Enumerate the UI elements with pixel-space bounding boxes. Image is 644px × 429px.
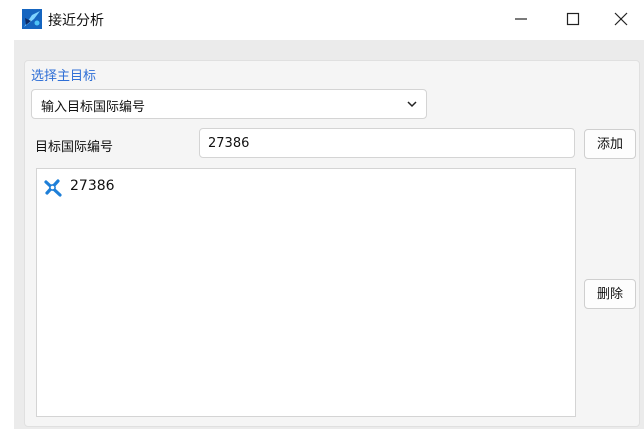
target-list[interactable]: 27386	[36, 168, 576, 417]
maximize-icon	[566, 12, 580, 26]
close-icon	[614, 12, 628, 26]
target-id-label: 目标国际编号	[35, 140, 114, 155]
target-id-input[interactable]	[199, 128, 575, 158]
add-button[interactable]: 添加	[584, 129, 636, 159]
title-bar: 接近分析	[0, 0, 644, 38]
target-mode-select[interactable]: 输入目标国际编号	[31, 89, 427, 119]
group-title: 选择主目标	[31, 69, 97, 84]
minimize-button[interactable]	[498, 0, 544, 38]
target-mode-value: 输入目标国际编号	[41, 100, 146, 115]
window-title: 接近分析	[48, 13, 104, 29]
chevron-down-icon	[407, 101, 417, 108]
close-button[interactable]	[598, 0, 644, 38]
maximize-button[interactable]	[550, 0, 596, 38]
list-item-label: 27386	[70, 178, 115, 194]
minimize-icon	[515, 18, 527, 20]
satellite-icon	[44, 179, 62, 197]
delete-button[interactable]: 删除	[584, 279, 636, 309]
app-logo-icon	[22, 9, 42, 29]
